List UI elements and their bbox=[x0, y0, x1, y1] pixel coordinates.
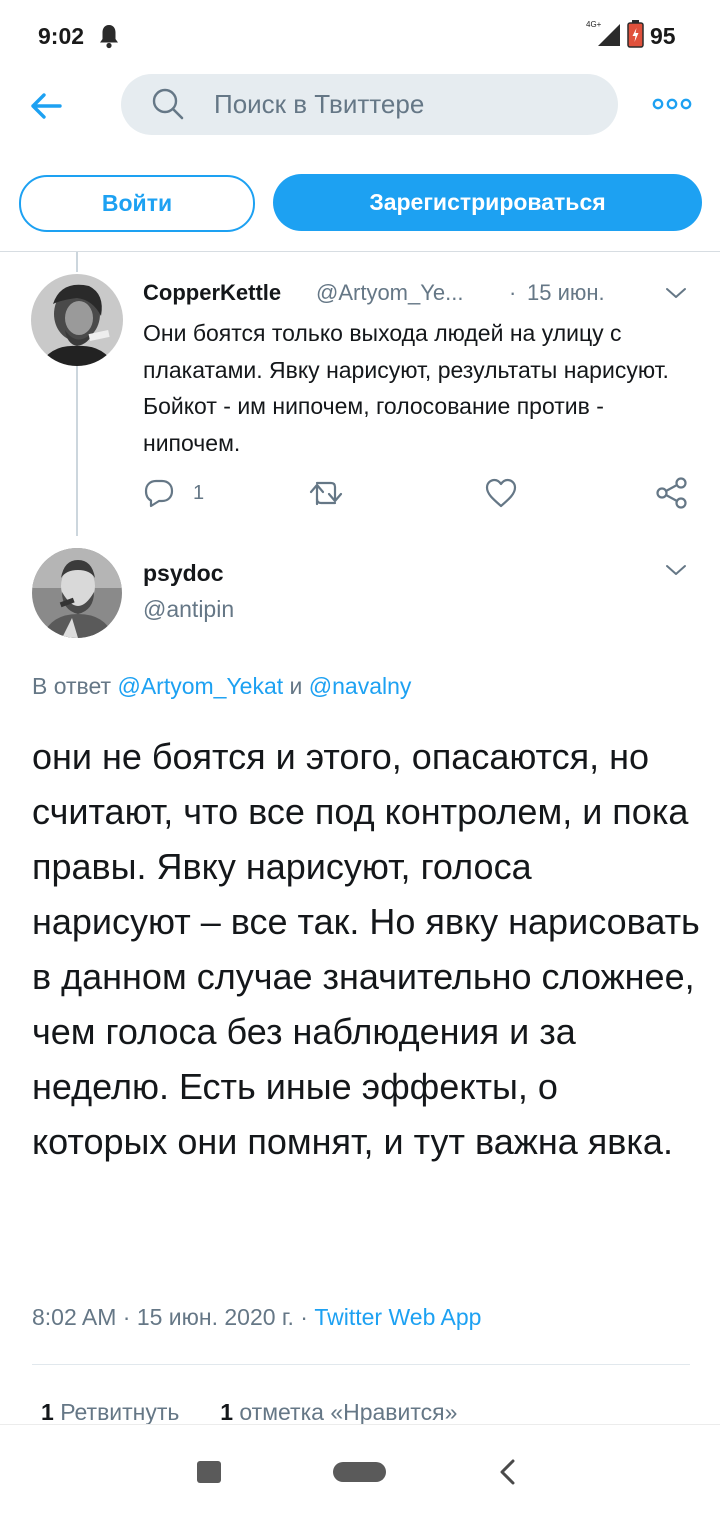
search-icon bbox=[152, 88, 184, 120]
tweet-timestamp[interactable]: 8:02 AM · 15 июн. 2020 г. bbox=[32, 1304, 294, 1330]
search-placeholder: Поиск в Твиттере bbox=[214, 89, 425, 119]
status-time: 9:02 bbox=[38, 23, 85, 49]
header-divider bbox=[0, 251, 720, 252]
retweet-stat[interactable]: 1 Ретвитнуть bbox=[41, 1399, 179, 1425]
bell-icon bbox=[100, 25, 118, 49]
main-tweet-handle[interactable]: @antipin bbox=[143, 594, 234, 624]
parent-tweet-separator: · bbox=[509, 280, 517, 305]
reply-icon[interactable] bbox=[143, 478, 175, 508]
chevron-down-icon[interactable] bbox=[664, 283, 688, 303]
retweet-count: 1 bbox=[41, 1399, 54, 1425]
tweet-meta: 8:02 AM · 15 июн. 2020 г. · Twitter Web … bbox=[32, 1301, 481, 1333]
signal-icon bbox=[598, 24, 620, 46]
battery-icon bbox=[627, 20, 644, 48]
reply-prefix: В ответ bbox=[32, 673, 112, 699]
parent-tweet-date[interactable]: 15 июн. bbox=[527, 278, 605, 308]
reply-context: В ответ @Artyom_Yekat и @navalny bbox=[32, 670, 411, 702]
meta-separator: · bbox=[300, 1304, 308, 1330]
more-dots-icon bbox=[652, 98, 692, 110]
share-icon[interactable] bbox=[655, 476, 689, 510]
meta-divider bbox=[32, 1364, 690, 1365]
back-arrow-icon bbox=[31, 93, 62, 119]
reply-mention-link[interactable]: @Artyom_Yekat bbox=[117, 673, 283, 699]
like-stat[interactable]: 1 отметка «Нравится» bbox=[220, 1399, 457, 1425]
parent-tweet-display-name[interactable]: CopperKettle bbox=[143, 278, 281, 308]
retweet-icon[interactable] bbox=[309, 478, 343, 508]
main-tweet-avatar[interactable] bbox=[32, 548, 122, 638]
like-label: отметка «Нравится» bbox=[239, 1399, 458, 1425]
more-options-button[interactable] bbox=[644, 86, 700, 122]
tweet-source-link[interactable]: Twitter Web App bbox=[314, 1304, 481, 1330]
chevron-down-icon[interactable] bbox=[664, 560, 688, 580]
thread-connector-top bbox=[76, 252, 78, 272]
back-button[interactable] bbox=[20, 80, 72, 132]
heart-icon[interactable] bbox=[484, 477, 518, 509]
thread-connector bbox=[76, 366, 78, 536]
battery-level: 95 bbox=[650, 23, 676, 49]
parent-tweet-handle[interactable]: @Artyom_Ye... bbox=[316, 278, 463, 308]
like-count: 1 bbox=[220, 1399, 233, 1425]
reply-mention-link[interactable]: @navalny bbox=[309, 673, 412, 699]
recent-apps-button[interactable] bbox=[197, 1461, 221, 1483]
reply-count: 1 bbox=[193, 482, 205, 504]
signup-button[interactable]: Зарегистрироваться bbox=[273, 174, 702, 231]
reply-joiner: и bbox=[289, 673, 303, 699]
login-button[interactable]: Войти bbox=[19, 175, 255, 232]
system-back-icon[interactable] bbox=[496, 1458, 520, 1486]
home-button[interactable] bbox=[333, 1462, 386, 1482]
retweet-label: Ретвитнуть bbox=[60, 1399, 180, 1425]
parent-tweet-avatar[interactable] bbox=[31, 274, 123, 366]
parent-tweet-text: Они боятся только выхода людей на улицу … bbox=[143, 320, 669, 456]
main-tweet-display-name[interactable]: psydoc bbox=[143, 558, 224, 588]
main-tweet-text: они не боятся и этого, опасаются, но счи… bbox=[32, 736, 700, 1162]
